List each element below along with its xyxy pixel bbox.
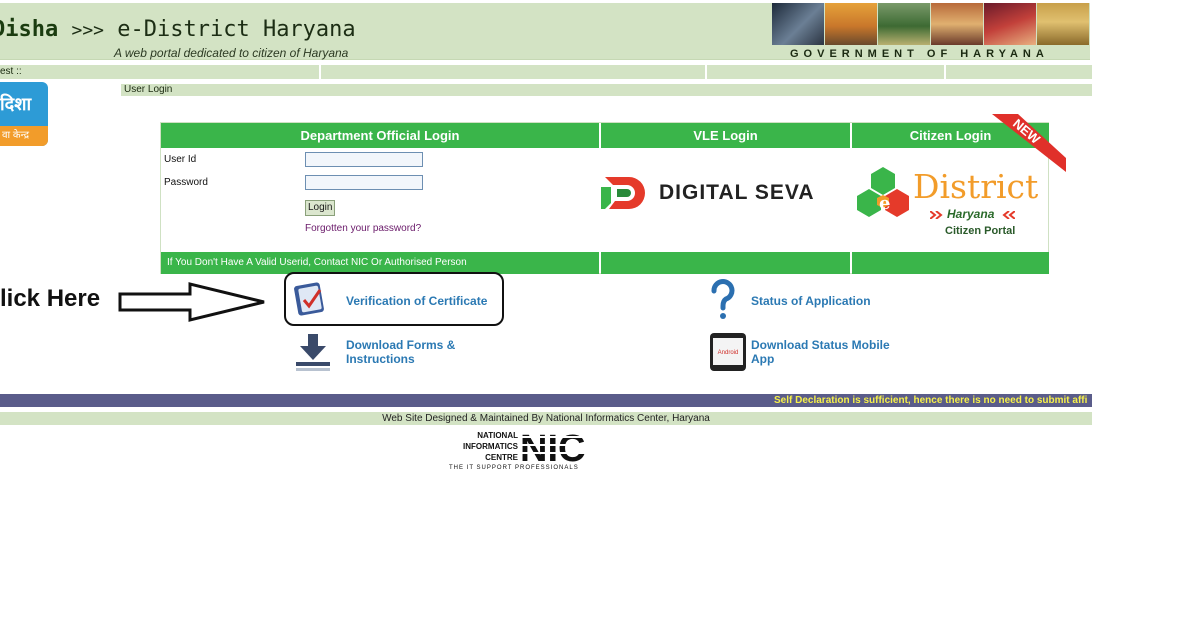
click-here-annotation: lick Here <box>0 285 101 312</box>
certificate-check-icon[interactable] <box>292 280 332 318</box>
download-forms-link[interactable]: Download Forms & Instructions <box>346 338 455 366</box>
brand-title: e-District Haryana <box>117 17 356 42</box>
disha-logo: दिशा वा केन्द्र <box>0 82 48 146</box>
download-app-line2: App <box>751 352 775 366</box>
download-forms-line1: Download Forms & <box>346 338 456 352</box>
svg-text:e: e <box>879 193 890 214</box>
welcome-bar-segment <box>946 65 1092 79</box>
nic-line2: INFORMATICS <box>463 442 518 451</box>
brand-disha: Disha <box>0 17 59 42</box>
digital-seva-label: DIGITAL SEVA <box>659 181 815 204</box>
password-label: Password <box>164 177 208 188</box>
disha-logo-text: दिशा <box>0 94 32 114</box>
welcome-bar-segment <box>321 65 705 79</box>
page: Disha >>> e-District Haryana A web porta… <box>0 0 1200 630</box>
announcement-marquee: Self Declaration is sufficient, hence th… <box>0 394 1092 407</box>
download-app-line1: Download Status Mobile <box>751 338 890 352</box>
verification-of-certificate-link[interactable]: Verification of Certificate <box>346 294 487 308</box>
department-login-heading: Department Official Login <box>161 123 599 148</box>
download-forms-line2: Instructions <box>346 352 415 366</box>
chevron-right-icon <box>930 211 943 219</box>
marquee-text: Self Declaration is sufficient, hence th… <box>774 395 1088 406</box>
download-icon[interactable] <box>294 332 332 372</box>
digital-seva-link[interactable]: DIGITAL SEVA <box>599 173 839 213</box>
digital-seva-logo-icon <box>601 177 645 209</box>
satellite-dish-photo <box>772 3 825 45</box>
login-footer-segment <box>601 252 850 274</box>
site-tagline: A web portal dedicated to citizen of Har… <box>114 46 349 60</box>
status-of-application-link[interactable]: Status of Application <box>751 294 871 308</box>
question-mark-icon[interactable] <box>708 279 738 321</box>
nic-tagline: THE IT SUPPORT PROFESSIONALS <box>449 465 579 471</box>
userid-input[interactable] <box>305 152 423 167</box>
dancer-photo <box>984 3 1037 45</box>
android-phone-icon[interactable]: Android <box>709 332 747 372</box>
welcome-bar: est :: <box>0 65 1092 79</box>
header-photo-strip <box>772 3 1090 45</box>
login-button[interactable]: Login <box>305 200 336 216</box>
chevron-left-icon <box>1002 211 1015 219</box>
user-login-bar: User Login <box>121 84 1092 96</box>
userid-label: User Id <box>164 154 197 165</box>
wheat-field-photo <box>1037 3 1090 45</box>
new-badge-ribbon: NEW <box>992 114 1066 172</box>
site-header: Disha >>> e-District Haryana A web porta… <box>0 3 1090 60</box>
welcome-text: est :: <box>0 65 319 79</box>
nic-name-block: NATIONAL INFORMATICS CENTRE <box>448 430 518 463</box>
nic-logo-mark: NIC <box>520 428 594 464</box>
brand-arrows: >>> <box>71 20 104 41</box>
citizen-portal-label: Citizen Portal <box>945 225 1016 237</box>
edistrict-hexagon-icon: e <box>857 167 909 217</box>
android-label: Android <box>718 350 739 356</box>
farmer-photo <box>825 3 878 45</box>
password-input[interactable] <box>305 175 423 190</box>
download-status-app-link[interactable]: Download Status Mobile App <box>751 338 890 366</box>
vle-login-heading[interactable]: VLE Login <box>601 123 850 148</box>
edistrict-title: District <box>913 167 1039 206</box>
login-footer-note: If You Don't Have A Valid Userid, Contac… <box>161 252 599 274</box>
government-label: GOVERNMENT OF HARYANA <box>790 48 1049 60</box>
disha-logo-band: वा केन्द्र <box>0 126 48 146</box>
login-panel: Department Official Login VLE Login Citi… <box>160 122 1049 274</box>
nic-line1: NATIONAL <box>477 431 518 440</box>
site-brand[interactable]: Disha >>> e-District Haryana <box>0 17 356 42</box>
edistrict-subtitle: Haryana <box>947 207 995 221</box>
people-photo <box>931 3 984 45</box>
nic-line3: CENTRE <box>485 453 518 462</box>
nic-logo: NATIONAL INFORMATICS CENTRE NIC THE IT S… <box>448 428 594 474</box>
tractor-photo <box>878 3 931 45</box>
arrow-right-icon <box>118 282 265 322</box>
site-footer: Web Site Designed & Maintained By Nation… <box>0 412 1092 425</box>
forgot-password-link[interactable]: Forgotten your password? <box>305 223 421 234</box>
welcome-bar-segment <box>707 65 944 79</box>
edistrict-citizen-link[interactable]: e District Haryana Citizen Portal <box>855 163 1049 239</box>
login-footer-segment <box>852 252 1049 274</box>
